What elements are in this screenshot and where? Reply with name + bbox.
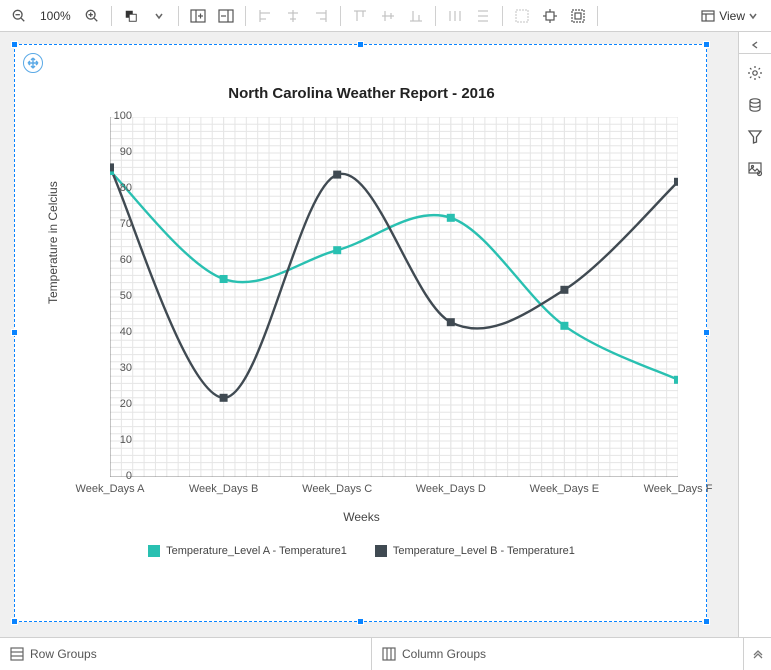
y-tick-label: 30 xyxy=(102,362,132,374)
legend-label: Temperature_Level B - Temperature1 xyxy=(393,545,575,557)
x-tick-label: Week_Days A xyxy=(76,483,145,495)
send-back-button[interactable] xyxy=(118,3,144,29)
settings-tab[interactable] xyxy=(742,60,768,86)
y-tick-label: 0 xyxy=(102,470,132,482)
fit-to-grid-button[interactable] xyxy=(565,3,591,29)
legend-item: Temperature_Level A - Temperature1 xyxy=(148,545,347,557)
y-axis-title: Temperature in Celcius xyxy=(46,181,60,304)
align-middle-button xyxy=(375,3,401,29)
legend-swatch xyxy=(148,545,160,557)
toolbar: 100% View xyxy=(0,0,771,32)
x-tick-label: Week_Days F xyxy=(644,483,713,495)
y-tick-label: 50 xyxy=(102,290,132,302)
legend-item: Temperature_Level B - Temperature1 xyxy=(375,545,575,557)
chevron-down-icon xyxy=(749,12,757,20)
panel-collapse-button[interactable] xyxy=(739,36,771,54)
y-tick-label: 70 xyxy=(102,218,132,230)
zoom-level[interactable]: 100% xyxy=(34,9,77,23)
column-groups-label: Column Groups xyxy=(402,647,486,661)
legend: Temperature_Level A - Temperature1 Temper… xyxy=(15,545,708,557)
align-top-button xyxy=(347,3,373,29)
y-tick-label: 10 xyxy=(102,434,132,446)
column-groups-icon xyxy=(382,647,396,661)
column-groups-section[interactable]: Column Groups xyxy=(372,647,743,661)
distribute-v-button xyxy=(470,3,496,29)
expand-groups-button[interactable] xyxy=(743,638,771,670)
y-tick-label: 90 xyxy=(102,146,132,158)
y-tick-label: 40 xyxy=(102,326,132,338)
filter-tab[interactable] xyxy=(742,124,768,150)
plot-area xyxy=(110,117,678,477)
view-icon xyxy=(701,9,715,23)
design-canvas[interactable]: North Carolina Weather Report - 2016 Tem… xyxy=(0,32,738,637)
insert-right-button[interactable] xyxy=(213,3,239,29)
y-tick-label: 20 xyxy=(102,398,132,410)
properties-panel xyxy=(738,32,771,637)
x-axis-title: Weeks xyxy=(15,510,708,524)
zoom-in-button[interactable] xyxy=(79,3,105,29)
x-tick-label: Week_Days C xyxy=(302,483,372,495)
x-tick-label: Week_Days B xyxy=(189,483,259,495)
x-tick-label: Week_Days D xyxy=(416,483,486,495)
y-tick-label: 80 xyxy=(102,182,132,194)
view-menu-button[interactable]: View xyxy=(693,3,765,29)
chart-selection[interactable]: North Carolina Weather Report - 2016 Tem… xyxy=(14,44,707,622)
row-groups-label: Row Groups xyxy=(30,647,97,661)
row-groups-icon xyxy=(10,647,24,661)
distribute-h-button xyxy=(442,3,468,29)
chart-title: North Carolina Weather Report - 2016 xyxy=(15,85,708,102)
size-to-grid-button[interactable] xyxy=(537,3,563,29)
align-center-button xyxy=(280,3,306,29)
legend-label: Temperature_Level A - Temperature1 xyxy=(166,545,347,557)
x-tick-label: Week_Days E xyxy=(530,483,600,495)
group-button xyxy=(509,3,535,29)
y-tick-label: 60 xyxy=(102,254,132,266)
image-tab[interactable] xyxy=(742,156,768,182)
insert-left-button[interactable] xyxy=(185,3,211,29)
y-tick-label: 100 xyxy=(102,110,132,122)
zoom-out-button[interactable] xyxy=(6,3,32,29)
align-left-button xyxy=(252,3,278,29)
align-right-button xyxy=(308,3,334,29)
chart: North Carolina Weather Report - 2016 Tem… xyxy=(15,45,708,623)
layers-dropdown-icon[interactable] xyxy=(146,3,172,29)
data-tab[interactable] xyxy=(742,92,768,118)
align-bottom-button xyxy=(403,3,429,29)
groups-panel: Row Groups Column Groups xyxy=(0,637,771,670)
row-groups-section[interactable]: Row Groups xyxy=(0,647,371,661)
legend-swatch xyxy=(375,545,387,557)
view-label: View xyxy=(719,9,745,23)
